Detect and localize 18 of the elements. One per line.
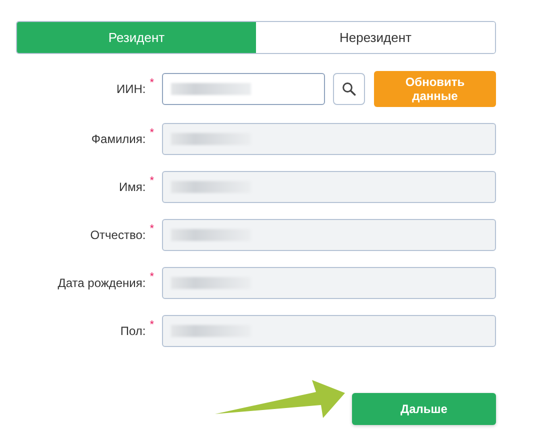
input-field[interactable] [162, 73, 325, 105]
search-icon [342, 82, 356, 96]
search-button[interactable] [333, 73, 365, 105]
field-label: Дата рождения: [58, 276, 146, 290]
required-marker: * [150, 129, 154, 137]
field-label: ИИН: [116, 82, 146, 96]
next-button[interactable]: Дальше [352, 393, 496, 425]
required-marker: * [150, 225, 154, 233]
field-label: Пол: [120, 324, 146, 338]
required-marker: * [150, 79, 154, 87]
required-marker: * [150, 177, 154, 185]
required-marker: * [150, 321, 154, 329]
required-marker: * [150, 273, 154, 281]
field-label: Отчество: [90, 228, 146, 242]
refresh-data-button[interactable]: Обновить данные [374, 71, 496, 107]
tab[interactable]: Резидент [17, 22, 256, 53]
field-label: Имя: [119, 180, 146, 194]
field-label: Фамилия: [91, 132, 146, 146]
